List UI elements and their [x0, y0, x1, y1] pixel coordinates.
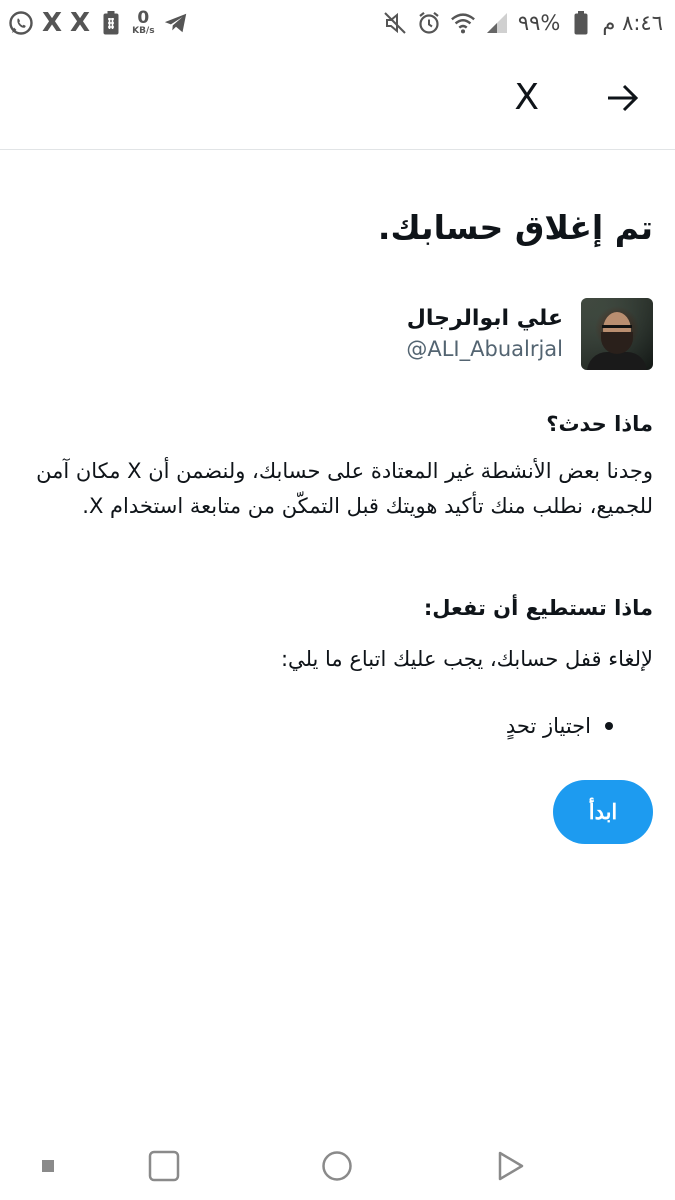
back-triangle-icon — [498, 1151, 524, 1181]
net-speed-indicator: 0 KB/s — [132, 8, 155, 36]
home-circle-icon — [322, 1151, 352, 1181]
alarm-icon — [416, 10, 442, 36]
arrow-right-icon — [608, 84, 639, 112]
home-button[interactable] — [317, 1146, 357, 1186]
what-happened-heading: ماذا حدث؟ — [546, 412, 653, 436]
unlock-instructions: لإلغاء قفل حسابك، يجب عليك اتباع ما يلي: — [280, 647, 653, 671]
status-bar: X X 0 KB/s %٩٩ ٨:٤٦ م — [0, 0, 675, 46]
recents-small-button[interactable] — [28, 1146, 68, 1186]
status-bar-system: %٩٩ ٨:٤٦ م — [382, 6, 663, 40]
user-profile: علي ابوالرجال @ALI_Abualrjal — [406, 298, 653, 370]
navigation-bar — [0, 1124, 675, 1200]
x-app-icon: X — [42, 8, 63, 38]
page-title: تم إغلاق حسابك. — [377, 208, 653, 247]
battery-percentage: %٩٩ — [517, 11, 561, 35]
start-button[interactable]: ابدأ — [553, 780, 653, 844]
bullet-icon — [605, 722, 613, 730]
back-button[interactable] — [603, 78, 643, 118]
what-happened-text: وجدنا بعض الأنشطة غير المعتادة على حسابك… — [36, 459, 653, 518]
signal-icon — [484, 10, 510, 36]
battery-icon — [568, 10, 594, 36]
recents-small-icon — [42, 1160, 54, 1172]
display-name: علي ابوالرجال — [406, 306, 563, 331]
avatar — [581, 298, 653, 370]
wifi-icon — [450, 10, 476, 36]
whatsapp-icon — [8, 10, 34, 36]
square-icon — [148, 1150, 180, 1182]
back-nav-button[interactable] — [490, 1146, 530, 1186]
x-logo: X — [514, 77, 539, 118]
x-app-icon: X — [70, 8, 91, 38]
mute-icon — [382, 10, 408, 36]
step-label: اجتياز تحدٍ — [505, 714, 591, 738]
clock: ٨:٤٦ م — [602, 11, 663, 35]
telegram-icon — [163, 10, 189, 36]
user-handle: @ALI_Abualrjal — [406, 337, 563, 361]
list-item: اجتياز تحدٍ — [506, 714, 613, 738]
what-you-can-do-heading: ماذا تستطيع أن تفعل: — [423, 596, 653, 620]
app-header: X — [0, 46, 675, 150]
battery-saver-icon — [98, 10, 124, 36]
recents-button[interactable] — [144, 1146, 184, 1186]
status-bar-notifications: X X 0 KB/s — [8, 6, 189, 40]
user-names: علي ابوالرجال @ALI_Abualrjal — [406, 304, 563, 364]
